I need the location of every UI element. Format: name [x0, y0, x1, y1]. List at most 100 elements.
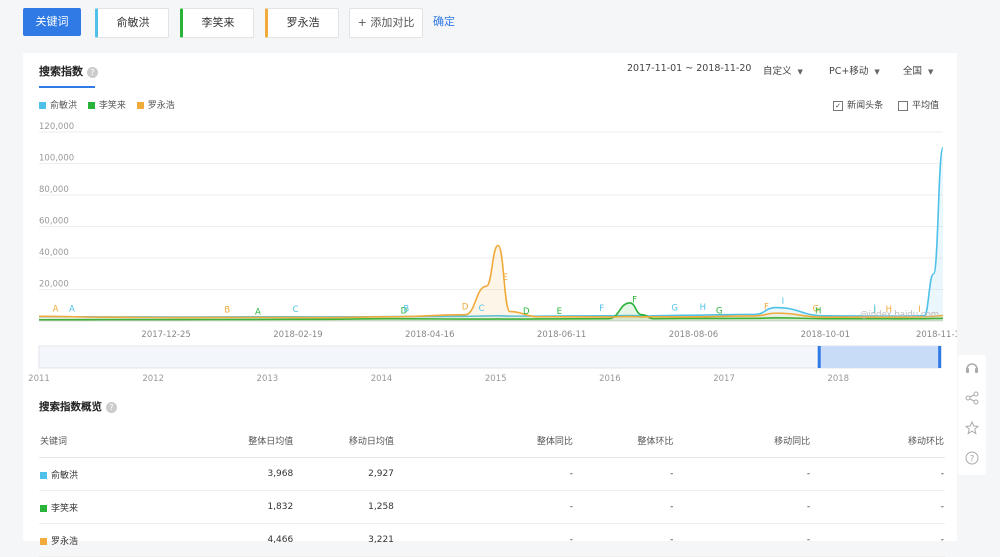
row-swatch: [40, 537, 47, 545]
overview-year-label: 2011: [28, 374, 50, 384]
x-tick-label: 2018-10-01: [801, 330, 850, 340]
col-overall-mom: 整体环比: [573, 430, 675, 458]
row-swatch: [40, 471, 47, 479]
mobile-yoy-cell: -: [674, 457, 812, 491]
series-area: [39, 245, 943, 321]
overview-year-label: 2013: [257, 374, 279, 384]
overall-yoy-cell: -: [394, 457, 574, 491]
y-tick-label: 80,000: [39, 185, 69, 195]
keyword-tag-1[interactable]: 俞敏洪: [95, 8, 169, 38]
event-marker-label: A: [69, 305, 75, 315]
overview-selection: [819, 346, 940, 368]
row-swatch: [40, 504, 47, 512]
overview-year-label: 2012: [142, 374, 164, 384]
col-mobile-avg: 移动日均值: [294, 430, 395, 458]
overall-mom-cell: -: [573, 490, 675, 524]
overall-mom-cell: -: [573, 523, 675, 557]
event-marker-label: A: [53, 304, 59, 314]
table-row: 俞敏洪 3,968 2,927 - - - -: [39, 457, 945, 491]
y-tick-label: 100,000: [39, 154, 74, 164]
keyword-tag-3[interactable]: 罗永浩: [265, 8, 339, 38]
overview-handle-right: [938, 346, 942, 368]
col-mobile-yoy: 移动同比: [674, 430, 812, 458]
confirm-link[interactable]: 确定: [433, 8, 455, 36]
y-tick-label: 40,000: [39, 248, 69, 258]
y-tick-label: 60,000: [39, 217, 69, 227]
keyword-name: 李笑来: [51, 503, 79, 514]
add-compare-button[interactable]: + 添加对比: [349, 8, 423, 38]
x-tick-label: 2018-08-06: [669, 330, 718, 340]
mobile-avg-cell: 3,221: [294, 523, 395, 557]
help-icon[interactable]: ?: [106, 401, 117, 413]
x-tick-label: 2018-11-19: [916, 330, 957, 340]
x-tick-label: 2018-02-19: [273, 330, 322, 340]
star-icon[interactable]: [958, 420, 986, 439]
event-marker-label: D: [462, 303, 469, 313]
x-tick-label: 2018-04-16: [405, 330, 454, 340]
keyword-cell: 俞敏洪: [39, 457, 209, 491]
mobile-mom-cell: -: [811, 490, 945, 524]
overview-handle-left: [817, 346, 821, 368]
mobile-avg-cell: 2,927: [294, 457, 395, 491]
col-mobile-mom: 移动环比: [811, 430, 945, 458]
x-tick-label: 2017-12-25: [141, 330, 190, 340]
overview-year-label: 2015: [485, 374, 507, 384]
table-row: 李笑来 1,832 1,258 - - - -: [39, 490, 945, 524]
mobile-mom-cell: -: [811, 457, 945, 491]
overview-title-text: 搜索指数概览: [39, 401, 102, 413]
col-keyword: 关键词: [39, 430, 209, 458]
y-tick-label: 120,000: [39, 122, 74, 132]
col-overall-avg: 整体日均值: [208, 430, 295, 458]
top-bar: 关键词 俞敏洪 李笑来 罗永浩 + 添加对比 确定: [0, 0, 1000, 46]
overview-year-label: 2014: [371, 374, 393, 384]
event-marker-label: I: [782, 297, 785, 307]
event-marker-label: F: [764, 302, 769, 312]
event-marker-label: G: [716, 306, 723, 316]
event-marker-label: C: [293, 305, 299, 315]
overall-yoy-cell: -: [394, 523, 574, 557]
event-marker-label: D: [523, 307, 530, 317]
overall-avg-cell: 4,466: [208, 523, 295, 557]
event-marker-label: E: [557, 307, 562, 317]
keyword-cell: 李笑来: [39, 490, 209, 524]
overall-avg-cell: 3,968: [208, 457, 295, 491]
share-icon[interactable]: [958, 391, 986, 409]
event-marker-label: H: [815, 307, 821, 317]
event-marker-label: H: [700, 303, 706, 313]
x-tick-label: 2018-06-11: [537, 330, 586, 340]
event-marker-label: F: [599, 304, 604, 314]
event-marker-label: F: [632, 296, 637, 306]
event-marker-label: B: [403, 305, 409, 315]
event-marker-label: E: [502, 273, 507, 283]
overview-year-label: 2016: [599, 374, 621, 384]
y-tick-label: 20,000: [39, 280, 69, 290]
event-marker-label: C: [479, 304, 485, 314]
overview-track: [38, 345, 942, 369]
overview-year-label: 2018: [827, 374, 849, 384]
col-overall-yoy: 整体同比: [394, 430, 574, 458]
search-index-chart: 20,000 40,000 60,000 80,000 100,000 120,000 20…: [28, 122, 957, 384]
overview-title: 搜索指数概览?: [39, 399, 117, 414]
overall-yoy-cell: -: [394, 490, 574, 524]
overview-year-label: 2017: [713, 374, 735, 384]
overall-mom-cell: -: [573, 457, 675, 491]
mobile-yoy-cell: -: [674, 523, 812, 557]
mobile-avg-cell: 1,258: [294, 490, 395, 524]
svg-text:?: ?: [970, 455, 975, 465]
mobile-mom-cell: -: [811, 523, 945, 557]
event-marker-label: B: [224, 305, 230, 315]
watermark: @index.baidu.com: [860, 310, 939, 320]
headset-icon[interactable]: [958, 361, 986, 379]
table-header-row: 关键词 整体日均值 移动日均值 整体同比 整体环比 移动同比 移动环比: [39, 430, 945, 458]
keyword-name: 俞敏洪: [51, 470, 79, 481]
search-index-panel: 搜索指数? 2017-11-01 ~ 2018-11-20 自定义 ▼ PC+移动…: [23, 53, 957, 557]
keyword-button[interactable]: 关键词: [23, 8, 81, 36]
mobile-yoy-cell: -: [674, 490, 812, 524]
help-icon[interactable]: ?: [958, 451, 986, 469]
keyword-name: 罗永浩: [51, 536, 79, 547]
keyword-cell: 罗永浩: [39, 523, 209, 557]
overall-avg-cell: 1,832: [208, 490, 295, 524]
keyword-tag-2[interactable]: 李笑来: [180, 8, 254, 38]
table-row: 罗永浩 4,466 3,221 - - - -: [39, 523, 945, 557]
floating-toolbar: ?: [958, 355, 986, 475]
